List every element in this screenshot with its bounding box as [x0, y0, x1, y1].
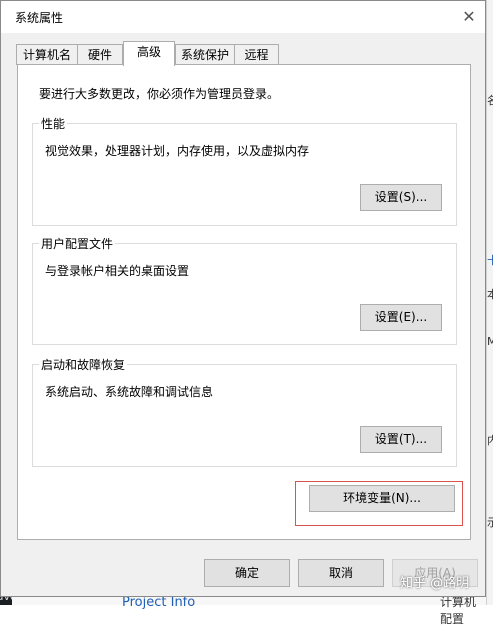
- background-window-right: 名 十 本 M 内 示: [486, 0, 493, 605]
- ok-button[interactable]: 确定: [204, 559, 290, 587]
- highlight-box: [295, 481, 463, 526]
- performance-desc: 视觉效果，处理器计划，内存使用，以及虚拟内存: [45, 144, 310, 158]
- bg-fragment: 十: [487, 254, 493, 267]
- bg-fragment: 示: [487, 516, 493, 529]
- advanced-tab-panel: 要进行大多数更改，你必须作为管理员登录。 性能 视觉效果，处理器计划，内存使用，…: [17, 64, 471, 540]
- performance-settings-button[interactable]: 设置(S)...: [360, 184, 442, 211]
- project-info-link[interactable]: Project Info: [122, 595, 195, 610]
- close-icon[interactable]: ✕: [458, 7, 480, 27]
- admin-notice: 要进行大多数更改，你必须作为管理员登录。: [39, 87, 280, 101]
- performance-group-label: 性能: [39, 115, 68, 132]
- bg-calc-text: 计算机配置: [440, 595, 477, 626]
- user-profile-group: 用户配置文件 与登录帐户相关的桌面设置 设置(E)...: [32, 235, 457, 345]
- watermark-text: 知乎 @路明: [400, 576, 470, 591]
- tab-hardware[interactable]: 硬件: [77, 44, 123, 65]
- startup-recovery-settings-button[interactable]: 设置(T)...: [360, 426, 442, 453]
- dialog-title: 系统属性: [15, 11, 64, 25]
- bg-fragment: 内: [487, 434, 493, 447]
- user-profile-settings-button[interactable]: 设置(E)...: [360, 304, 442, 331]
- startup-recovery-group: 启动和故障恢复 系统启动、系统故障和调试信息 设置(T)...: [32, 356, 457, 467]
- bg-fragment: 本: [487, 288, 493, 301]
- tab-remote[interactable]: 远程: [234, 44, 279, 65]
- system-properties-dialog: 系统属性 ✕ 计算机名 硬件 高级 系统保护 远程 要进行大多数更改，你必须作为…: [0, 0, 486, 597]
- performance-group: 性能 视觉效果，处理器计划，内存使用，以及虚拟内存 设置(S)...: [32, 115, 457, 226]
- startup-recovery-desc: 系统启动、系统故障和调试信息: [45, 385, 214, 399]
- tab-computer-name[interactable]: 计算机名: [16, 44, 78, 65]
- bg-fragment: 名: [487, 94, 493, 107]
- title-bar: 系统属性 ✕: [1, 1, 485, 33]
- bg-fragment: M: [487, 335, 493, 348]
- startup-recovery-group-label: 启动和故障恢复: [39, 356, 128, 373]
- user-profile-desc: 与登录帐户相关的桌面设置: [45, 264, 190, 278]
- tab-advanced[interactable]: 高级: [123, 41, 175, 66]
- cancel-button[interactable]: 取消: [298, 559, 384, 587]
- tab-system-protection[interactable]: 系统保护: [175, 44, 235, 65]
- user-profile-group-label: 用户配置文件: [39, 235, 116, 252]
